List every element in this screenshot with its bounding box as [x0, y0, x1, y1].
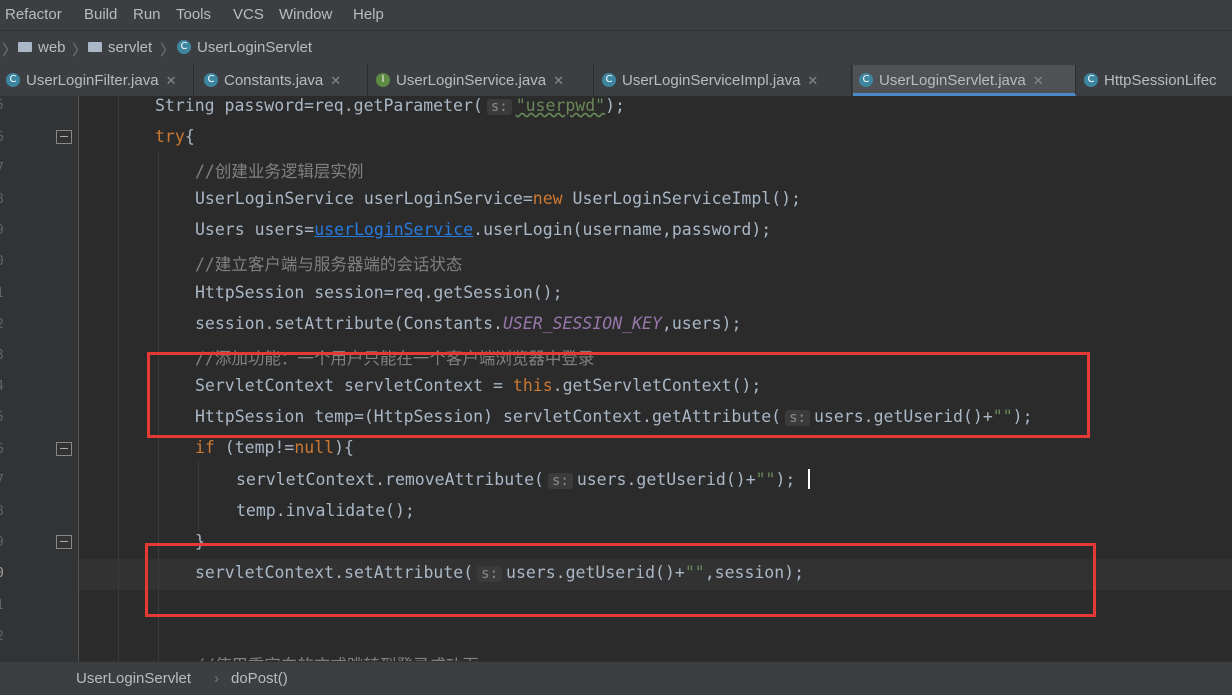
editor-tabs: C UserLoginFilter.java ✕ C Constants.java ✕ …: [0, 65, 1232, 97]
line-number: 4: [0, 379, 4, 394]
tab-userloginfilter[interactable]: C UserLoginFilter.java ✕: [0, 65, 194, 96]
line-number: 2: [0, 629, 4, 644]
close-icon[interactable]: ✕: [807, 73, 818, 88]
code-line: Users users=userLoginService.userLogin(u…: [195, 220, 772, 239]
tab-userloginservlet[interactable]: C UserLoginServlet.java ✕: [853, 65, 1076, 96]
class-icon: C: [859, 73, 873, 88]
breadcrumb-item-servlet[interactable]: servlet: [88, 39, 152, 56]
close-icon[interactable]: ✕: [553, 73, 564, 88]
code-line: servletContext.removeAttribute(s: users.g…: [236, 470, 796, 489]
line-number: 1: [0, 286, 4, 301]
code-line: if (temp!=null){: [195, 438, 354, 457]
menu-refactor[interactable]: Refactor: [5, 6, 62, 23]
code-line: try{: [155, 127, 195, 146]
breadcrumb-class[interactable]: UserLoginServlet: [76, 670, 191, 687]
class-icon: C: [204, 73, 218, 88]
class-icon: C: [1084, 73, 1098, 88]
code-line: HttpSession session=req.getSession();: [195, 283, 563, 302]
tab-userloginserviceimpl[interactable]: C UserLoginServiceImpl.java ✕: [596, 65, 852, 96]
class-icon: C: [602, 73, 616, 88]
line-number: 1: [0, 598, 4, 613]
class-icon: C: [6, 73, 20, 88]
breadcrumb-item-web[interactable]: web: [18, 39, 66, 56]
code-line: session.setAttribute(Constants.USER_SESS…: [195, 314, 742, 333]
text-caret: [808, 469, 810, 489]
fold-collapse-icon[interactable]: [56, 535, 72, 549]
structure-breadcrumb: UserLoginServlet › doPost(): [0, 661, 1232, 695]
line-number: 6: [0, 130, 4, 145]
breadcrumb-chevron-icon: ›: [214, 670, 219, 687]
breadcrumb-chevron-icon: 〉: [2, 42, 18, 59]
breadcrumb: 〉 web 〉 servlet 〉 CUserLoginServlet ✦ Te: [0, 30, 1232, 90]
highlight-box: [145, 543, 1096, 617]
menu-run[interactable]: Run: [133, 6, 161, 23]
code-line: temp.invalidate();: [236, 501, 415, 520]
code-comment: //建立客户端与服务器端的会话状态: [195, 255, 463, 274]
menu-bar: Refactor Build Run Tools VCS Window Help: [0, 0, 1232, 30]
param-hint: s:: [547, 473, 573, 489]
line-number: 0: [0, 254, 4, 269]
param-hint: s:: [486, 99, 512, 115]
line-number: 8: [0, 192, 4, 207]
indent-guide: [198, 462, 199, 530]
tab-userloginservice[interactable]: I UserLoginService.java ✕: [370, 65, 594, 96]
breadcrumb-item-class[interactable]: C UserLoginServlet: [177, 39, 312, 56]
menu-window[interactable]: Window: [279, 6, 332, 23]
close-icon[interactable]: ✕: [166, 73, 177, 88]
line-number: 2: [0, 317, 4, 332]
close-icon[interactable]: ✕: [1033, 73, 1044, 88]
code-comment: //创建业务逻辑层实例: [195, 162, 364, 181]
line-number: 5: [0, 410, 4, 425]
menu-build[interactable]: Build: [84, 6, 117, 23]
menu-help[interactable]: Help: [353, 6, 384, 23]
fold-collapse-icon[interactable]: [56, 130, 72, 144]
line-gutter: 5 6 7 8 9 0 1 2 3 4 5 6 7 8 9 0 1 2: [0, 96, 79, 661]
code-line: String password=req.getParameter(s: "user…: [155, 96, 625, 115]
breadcrumb-chevron-icon: 〉: [160, 42, 176, 59]
line-number: 3: [0, 348, 4, 363]
class-icon: C: [177, 40, 191, 55]
fold-collapse-icon[interactable]: [56, 442, 72, 456]
indent-guide: [118, 96, 119, 661]
menu-tools[interactable]: Tools: [176, 6, 211, 23]
interface-icon: I: [376, 73, 390, 88]
close-icon[interactable]: ✕: [330, 73, 341, 88]
line-number: 9: [0, 535, 4, 550]
folder-icon: [88, 42, 102, 53]
folder-icon: [18, 42, 32, 53]
tab-httpsessionlifecycle[interactable]: C HttpSessionLifec: [1078, 65, 1232, 96]
menu-vcs[interactable]: VCS: [233, 6, 264, 23]
code-line: UserLoginService userLoginService=new Us…: [195, 189, 801, 208]
line-number: 0: [0, 566, 4, 581]
highlight-box: [147, 352, 1090, 438]
breadcrumb-chevron-icon: 〉: [72, 42, 88, 59]
line-number: 7: [0, 473, 4, 488]
line-number: 8: [0, 504, 4, 519]
breadcrumb-method[interactable]: doPost(): [231, 670, 288, 687]
line-number: 5: [0, 98, 4, 113]
line-number: 9: [0, 223, 4, 238]
line-number: 6: [0, 442, 4, 457]
tab-constants[interactable]: C Constants.java ✕: [198, 65, 368, 96]
line-number: 7: [0, 161, 4, 176]
